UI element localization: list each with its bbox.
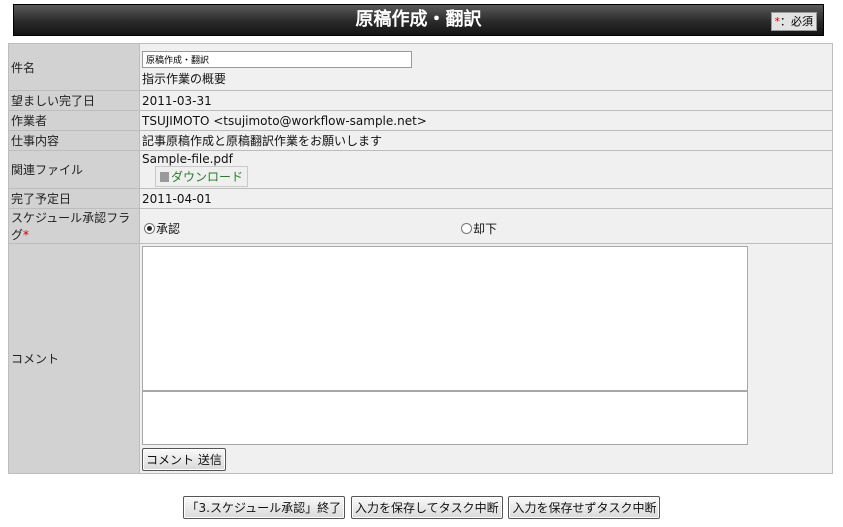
page-title: 原稿作成・翻訳 [355, 9, 482, 30]
reject-label: 却下 [473, 222, 498, 236]
label-subject: 件名 [8, 43, 140, 91]
desired-date-value: 2011-03-31 [139, 90, 833, 111]
approve-radio[interactable]: 承認 [144, 220, 180, 237]
page-header: 原稿作成・翻訳 *：必須 [13, 4, 824, 36]
row-files: 関連ファイル Sample-file.pdf ダウンロード [8, 150, 833, 189]
label-comment: コメント [8, 243, 140, 474]
download-button[interactable]: ダウンロード [155, 165, 249, 187]
row-comment: コメント コメント 送信 [8, 243, 833, 474]
label-desired-date: 望ましい完了日 [8, 90, 140, 111]
pause-without-save-button[interactable]: 入力を保存せずタスク中断 [508, 496, 661, 519]
row-desired-date: 望ましい完了日 2011-03-31 [8, 90, 833, 111]
approve-label: 承認 [156, 222, 181, 236]
row-approval: スケジュール承認フラグ* 承認 却下 [8, 208, 833, 244]
required-note: ：必須 [780, 15, 813, 28]
subject-summary: 指示作業の概要 [142, 71, 227, 86]
row-worker: 作業者 TSUJIMOTO <tsujimoto@workflow-sample… [8, 110, 833, 131]
download-label: ダウンロード [171, 169, 244, 184]
row-task: 仕事内容 記事原稿作成と原稿翻訳作業をお願いします [8, 130, 833, 151]
required-legend: *：必須 [770, 12, 817, 31]
task-form: 件名 指示作業の概要 望ましい完了日 2011-03-31 作業者 TSUJIM… [8, 43, 833, 474]
file-name[interactable]: Sample-file.pdf [142, 152, 830, 166]
label-task: 仕事内容 [8, 130, 140, 151]
label-worker: 作業者 [8, 110, 140, 131]
approval-required-star: * [23, 228, 30, 242]
label-files: 関連ファイル [8, 150, 140, 189]
planned-date-value: 2011-04-01 [139, 188, 833, 209]
comment-input[interactable] [142, 391, 748, 445]
comment-send-button[interactable]: コメント 送信 [142, 448, 226, 471]
label-planned-date: 完了予定日 [8, 188, 140, 209]
save-and-pause-button[interactable]: 入力を保存してタスク中断 [350, 496, 503, 519]
finish-step-button[interactable]: 「3.スケジュール承認」終了 [182, 496, 346, 519]
subject-input[interactable] [142, 50, 412, 68]
comment-history [142, 246, 748, 391]
approval-radio-group: 承認 却下 [142, 215, 830, 237]
row-subject: 件名 指示作業の概要 [8, 43, 833, 91]
worker-value: TSUJIMOTO <tsujimoto@workflow-sample.net… [139, 110, 833, 131]
action-bar: 「3.スケジュール承認」終了 入力を保存してタスク中断 入力を保存せずタスク中断 [0, 496, 843, 519]
radio-checked-icon [144, 223, 155, 234]
row-planned-date: 完了予定日 2011-04-01 [8, 188, 833, 209]
radio-unchecked-icon [461, 223, 472, 234]
file-icon [160, 171, 169, 182]
task-value: 記事原稿作成と原稿翻訳作業をお願いします [139, 130, 833, 151]
reject-radio[interactable]: 却下 [461, 220, 497, 237]
